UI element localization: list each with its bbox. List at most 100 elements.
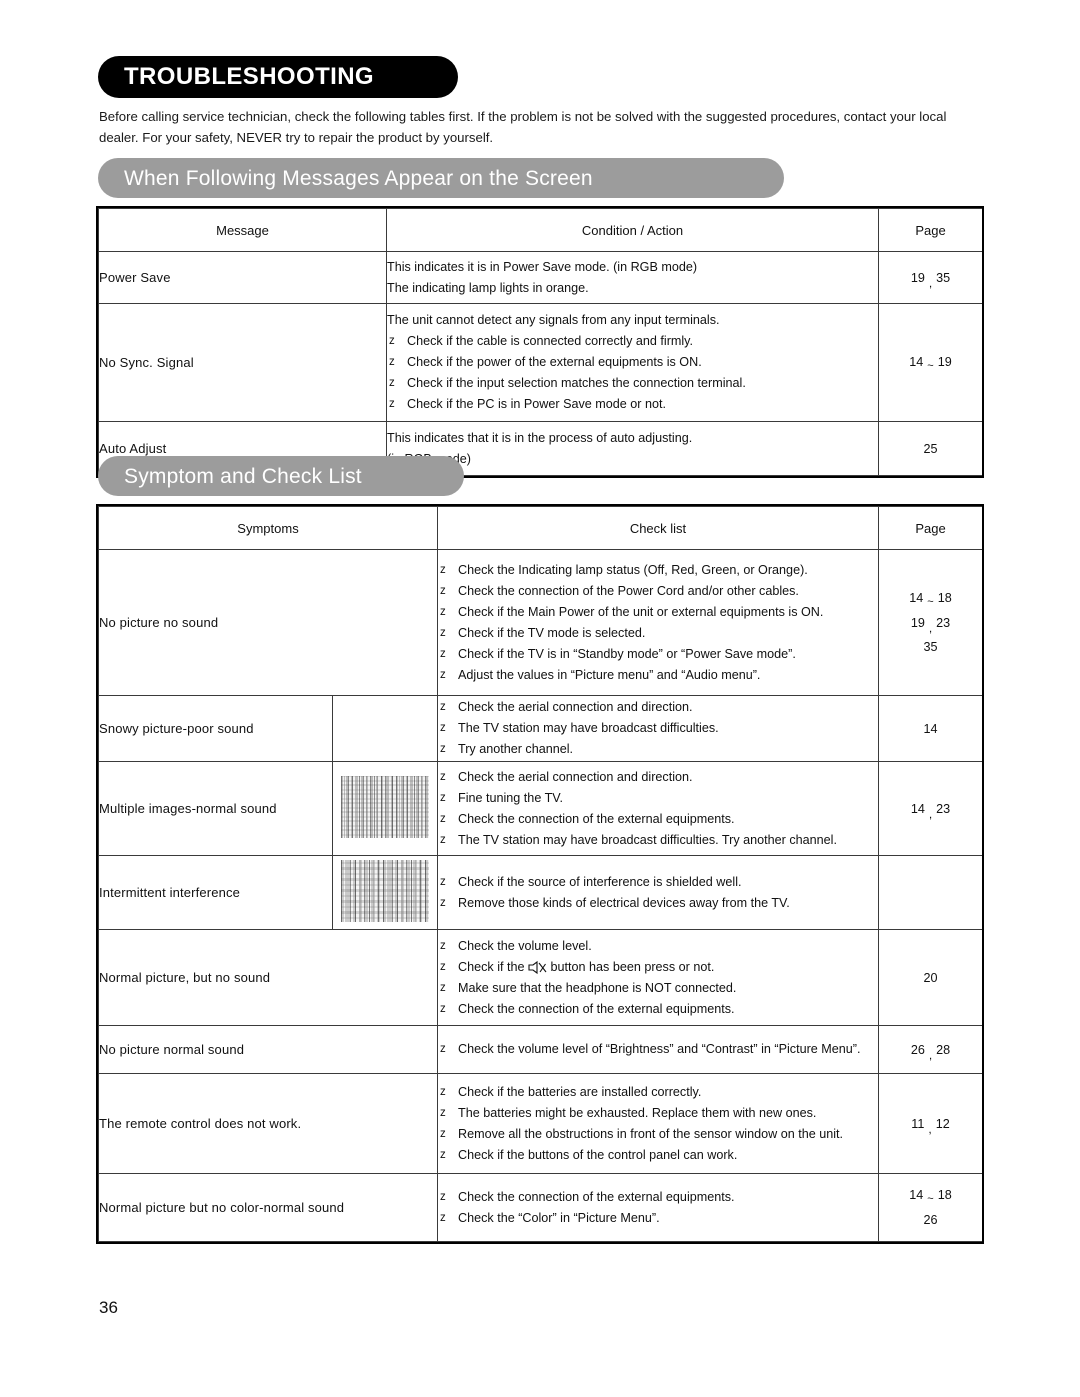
list-item: z Check the Indicating lamp status (Off, … [438, 560, 878, 581]
list-item: z The TV station may have broadcast diffi… [438, 718, 878, 739]
page-ref: 19, 35 [879, 266, 982, 290]
bullet-z-icon: z [440, 722, 446, 734]
symptom-thumbnail-cell [332, 761, 438, 856]
check-list-cell: z Check the connection of the external eq… [437, 1173, 879, 1242]
check-list: z Check the volume level. z Check if the bu… [438, 936, 878, 1020]
page-cell: 20 [878, 929, 983, 1026]
page-cell: 14 ~18 26 [878, 1173, 983, 1242]
list-item: z Check the connection of the external eq… [438, 1187, 878, 1208]
bullet-z-icon: z [440, 812, 446, 825]
list-item: z Check if the TV is in “Standby mode” or… [438, 644, 878, 665]
page-ref-separator: , [928, 1047, 933, 1062]
page-cell: 14 ~18 19, 23 35 [878, 549, 983, 696]
check-list-cell: z Check the volume level. z Check if the bu… [437, 929, 879, 1026]
condition-action-cell: The unit cannot detect any signals from … [386, 303, 879, 422]
page-title-pill: TROUBLESHOOTING [98, 56, 458, 98]
symptom-cell: Snowy picture-poor sound [98, 695, 333, 762]
list-item-text: Check the volume level. [458, 938, 592, 953]
check-list-cell: z Check if the batteries are installed co… [437, 1073, 879, 1174]
list-item-text: Check the aerial connection and directio… [458, 700, 693, 714]
check-list: z Check the Indicating lamp status (Off, … [438, 560, 878, 686]
section-banner-symptoms: Symptom and Check List [98, 456, 464, 496]
list-item: z Fine tuning the TV. [438, 788, 878, 809]
bullet-z-icon: z [440, 1190, 446, 1203]
list-item-text: Check if the [458, 959, 528, 974]
section-banner-messages: When Following Messages Appear on the Sc… [98, 158, 784, 198]
page-cell: 25 [878, 421, 983, 476]
table-row: Snowy picture-poor sound z Check the aeria… [98, 695, 983, 762]
tv-noise-thumbnail [341, 776, 429, 838]
list-item: z Check the connection of the external eq… [438, 809, 878, 830]
messages-table: Message Condition / Action Page Power Sa… [98, 208, 983, 476]
check-list: z Check if the batteries are installed co… [438, 1082, 878, 1166]
table-row: No picture normal sound z Check the volume… [98, 1025, 983, 1074]
page-ref: 11, 12 [879, 1112, 982, 1136]
check-list-cell: z Check the volume level of “Brightness” … [437, 1025, 879, 1074]
thumbnail-container [333, 856, 437, 929]
note-line: This indicates it is in Power Save mode.… [387, 259, 698, 274]
page-cell: 14 [878, 695, 983, 762]
column-header-page: Page [878, 208, 983, 252]
page-cell: 26, 28 [878, 1025, 983, 1074]
section-banner-symptoms-label: Symptom and Check List [124, 464, 362, 488]
page-ref: 14 [923, 721, 938, 736]
page-number: 36 [99, 1298, 118, 1317]
bullet-z-icon: z [440, 743, 446, 755]
list-item: z Check the “Color” in “Picture Menu”. [438, 1208, 878, 1229]
section-banner-messages-label: When Following Messages Appear on the Sc… [124, 166, 593, 190]
bullet-z-icon: z [440, 701, 446, 713]
table-row: Normal picture, but no sound z Check the v… [98, 929, 983, 1026]
message-cell: Power Save [98, 251, 387, 304]
symptom-cell: No picture no sound [98, 549, 438, 696]
list-item: z Check if the power of the external equi… [387, 352, 878, 373]
symptom-cell: The remote control does not work. [98, 1073, 438, 1174]
check-list-cell: z Check the Indicating lamp status (Off, … [437, 549, 879, 696]
bullet-z-icon: z [389, 398, 395, 410]
list-item: z Check if the PC is in Power Save mode o… [387, 394, 878, 415]
list-item-text: Check if the PC is in Power Save mode or… [407, 397, 666, 411]
page-ref-separator: , [928, 621, 933, 635]
list-item: z Check the volume level. [438, 936, 878, 957]
list-item: z Remove those kinds of electrical device… [438, 893, 878, 914]
check-list: z Check if the cable is connected correct… [387, 331, 878, 415]
bullet-z-icon: z [440, 939, 446, 952]
page-ref: 26 [923, 1213, 938, 1227]
list-item-text: Fine tuning the TV. [458, 790, 564, 805]
page-cell: 19, 35 [878, 251, 983, 304]
message-cell: No Sync. Signal [98, 303, 387, 422]
column-header-message: Message [98, 208, 387, 252]
list-item-text: Check the volume level of “Brightness” a… [458, 1042, 861, 1056]
bullet-z-icon: z [440, 1211, 446, 1224]
list-item-text: Try another channel. [458, 742, 574, 756]
list-item: z Adjust the values in “Picture menu” and… [438, 665, 878, 686]
table-row: Intermittent interference z Check if the s… [98, 855, 983, 930]
table-row: The remote control does not work. z Check … [98, 1073, 983, 1174]
table-row: No picture no sound z Check the Indicating… [98, 549, 983, 696]
bullet-z-icon: z [440, 584, 446, 597]
list-item-text: Remove those kinds of electrical devices… [458, 895, 790, 910]
list-item: z Check the connection of the external eq… [438, 999, 878, 1020]
symptom-cell: Normal picture but no color-normal sound [98, 1173, 438, 1242]
list-item-text: The batteries might be exhausted. Replac… [458, 1105, 817, 1120]
page-cell: 14, 23 [878, 761, 983, 856]
table-row: No Sync. Signal The unit cannot detect an… [98, 303, 983, 422]
bullet-z-icon: z [440, 1148, 446, 1161]
bullet-z-icon: z [440, 668, 446, 681]
symptom-cell: Normal picture, but no sound [98, 929, 438, 1026]
page-cell: 11, 12 [878, 1073, 983, 1174]
bullet-z-icon: z [389, 356, 395, 368]
list-item-text: Check the Indicating lamp status (Off, R… [458, 562, 808, 577]
table-row: Power Save This indicates it is in Power … [98, 251, 983, 304]
check-list: z Check the aerial connection and directi… [438, 697, 878, 760]
list-item: z Check if the button has been press or n… [438, 957, 878, 978]
list-item-text: Check if the TV is in “Standby mode” or … [458, 646, 796, 661]
list-item-text: Check the connection of the Power Cord a… [458, 583, 799, 598]
tv-noise-thumbnail [341, 860, 429, 922]
page-ref-separator: ~ [927, 360, 934, 372]
check-list-cell: z Check if the source of interference is … [437, 855, 879, 930]
condition-action-cell: This indicates it is in Power Save mode.… [386, 251, 879, 304]
note-line: This indicates that it is in the process… [387, 430, 693, 445]
list-item: z Check if the TV mode is selected. [438, 623, 878, 644]
bullet-z-icon: z [440, 960, 446, 973]
document-page: TROUBLESHOOTING Before calling service t… [0, 0, 1080, 1397]
